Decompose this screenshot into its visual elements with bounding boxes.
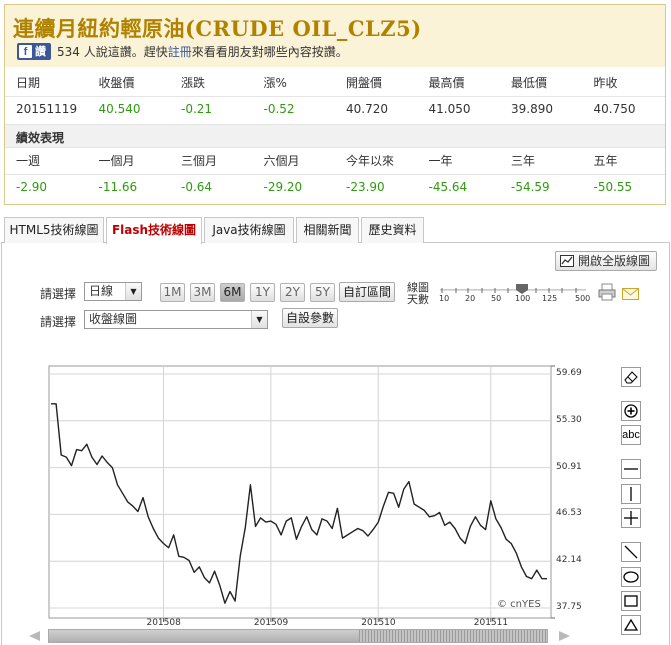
y-tick-label: 37.75 xyxy=(556,602,582,612)
triangle-tool-button[interactable] xyxy=(621,615,641,635)
ellipse-tool-button[interactable] xyxy=(621,567,641,587)
x-tick-label: 201508 xyxy=(146,618,181,628)
horizontal-line-tool-button[interactable] xyxy=(621,459,641,479)
scroll-left-arrow-icon[interactable] xyxy=(27,630,41,642)
text-tool-icon: abc xyxy=(622,429,640,441)
y-axis-bracket xyxy=(551,365,555,619)
scrollbar-thumb[interactable] xyxy=(359,630,547,642)
crosshair-icon xyxy=(624,511,638,525)
y-tick-label: 50.91 xyxy=(556,461,582,472)
vertical-line-icon xyxy=(630,487,632,501)
zoom-in-tool-button[interactable] xyxy=(621,401,641,421)
eraser-icon xyxy=(624,371,638,384)
y-tick-label: 55.30 xyxy=(556,414,582,425)
chart-scrollbar[interactable] xyxy=(48,629,548,643)
x-tick-label: 201511 xyxy=(473,618,509,628)
x-tick-label: 201509 xyxy=(253,618,289,628)
zoom-in-icon xyxy=(624,404,638,418)
diagonal-line-tool-button[interactable] xyxy=(621,542,641,562)
ellipse-icon xyxy=(623,571,639,583)
text-tool-button[interactable]: abc xyxy=(621,425,641,445)
horizontal-line-icon xyxy=(624,468,638,470)
rectangle-tool-button[interactable] xyxy=(621,591,641,611)
price-chart[interactable] xyxy=(0,0,671,645)
rectangle-icon xyxy=(624,595,638,607)
x-tick-label: 201510 xyxy=(361,618,396,628)
eraser-tool-button[interactable] xyxy=(621,367,641,387)
scroll-right-arrow-icon[interactable] xyxy=(558,630,572,642)
diagonal-line-icon xyxy=(624,545,638,559)
triangle-icon xyxy=(623,618,639,631)
crosshair-tool-button[interactable] xyxy=(621,508,641,528)
y-tick-label: 42.14 xyxy=(556,555,582,566)
scrollbar-track-fill xyxy=(49,630,359,642)
chart-watermark: © cnYES xyxy=(497,599,541,610)
vertical-line-tool-button[interactable] xyxy=(621,484,641,504)
chart-plot-area xyxy=(48,365,552,619)
y-tick-label: 59.69 xyxy=(556,368,582,378)
y-tick-label: 46.53 xyxy=(556,508,582,519)
